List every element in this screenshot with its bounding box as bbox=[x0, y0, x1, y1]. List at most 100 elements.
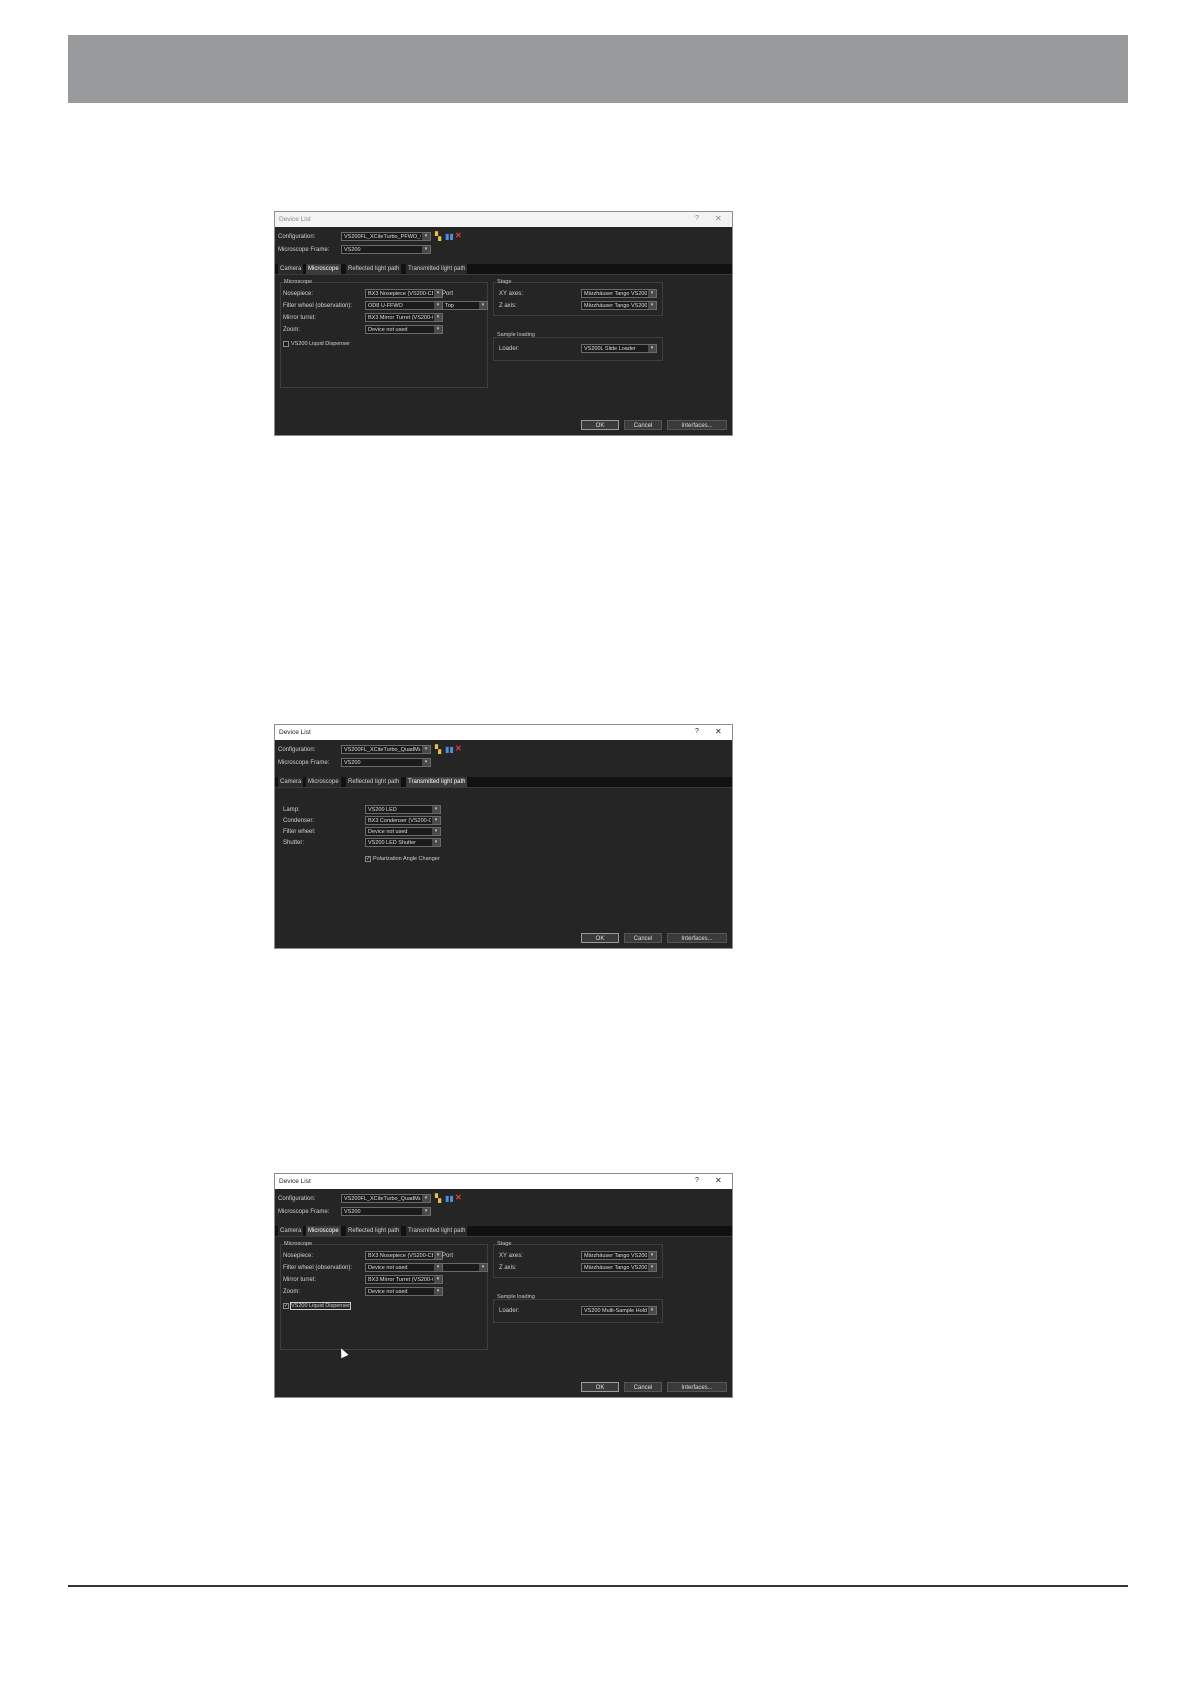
loader-dropdown[interactable]: VS200L Slide Loader ▾ bbox=[581, 344, 657, 353]
device-list-dialog-microscope-dispenser: Device List ? ✕ Configuration: VS200FL_X… bbox=[275, 1174, 732, 1397]
close-button[interactable]: ✕ bbox=[715, 214, 722, 223]
interfaces-button[interactable]: Interfaces... bbox=[667, 1382, 727, 1392]
close-button[interactable]: ✕ bbox=[715, 727, 722, 736]
xy-axes-label: XY axes: bbox=[499, 1253, 523, 1259]
delete-configuration-icon[interactable]: ✕ bbox=[455, 1194, 462, 1202]
filter-wheel-observation-label: Filter wheel (observation): bbox=[283, 1265, 353, 1271]
zoom-label: Zoom: bbox=[283, 1289, 301, 1295]
configuration-dropdown[interactable]: VS200FL_XCiteTurbo_QuadMultiBar▾ bbox=[341, 745, 431, 754]
microscope-group-title: Microscope bbox=[284, 279, 313, 285]
dialog-titlebar: Device List ? ✕ bbox=[275, 212, 732, 227]
help-button[interactable]: ? bbox=[695, 215, 699, 222]
tab-microscope[interactable]: Microscope bbox=[306, 1226, 341, 1236]
shutter-label: Shutter: bbox=[283, 840, 305, 846]
filter-wheel-observation-dropdown[interactable]: Device not used ▾ bbox=[365, 1263, 443, 1272]
port-dropdown[interactable]: ▾ bbox=[442, 1263, 488, 1272]
sample-loading-group-title: Sample loading bbox=[497, 332, 535, 338]
interfaces-button[interactable]: Interfaces... bbox=[667, 420, 727, 430]
chevron-down-icon: ▾ bbox=[434, 314, 442, 321]
filter-wheel-observation-label: Filter wheel (observation): bbox=[283, 303, 353, 309]
copy-configuration-icon[interactable]: ▚ bbox=[435, 233, 441, 241]
help-button[interactable]: ? bbox=[695, 728, 699, 735]
shutter-dropdown[interactable]: VS200 LED Shutter ▾ bbox=[365, 838, 441, 847]
condenser-dropdown[interactable]: BX3 Condenser (VS200-CB ▾ bbox=[365, 816, 441, 825]
mirror-turret-dropdown[interactable]: BX3 Mirror Turret (VS200-C ▾ bbox=[365, 313, 443, 322]
tab-camera[interactable]: Camera bbox=[278, 264, 304, 274]
condenser-label: Condenser: bbox=[283, 818, 315, 824]
chevron-down-icon: ▾ bbox=[432, 806, 440, 813]
delete-configuration-icon[interactable]: ✕ bbox=[455, 745, 462, 753]
tab-reflected-light-path[interactable]: Reflected light path bbox=[346, 264, 402, 274]
tab-transmitted-light-path[interactable]: Transmitted light path bbox=[406, 1226, 468, 1236]
z-axis-label: Z axis: bbox=[499, 303, 517, 309]
nosepiece-dropdown[interactable]: BX3 Nosepiece (VS200-CB ▾ bbox=[365, 289, 443, 298]
chevron-down-icon: ▾ bbox=[432, 828, 440, 835]
loader-dropdown[interactable]: VS200 Multi-Sample Holder ▾ bbox=[581, 1306, 657, 1315]
tab-transmitted-light-path[interactable]: Transmitted light path bbox=[406, 264, 468, 274]
tab-microscope[interactable]: Microscope bbox=[306, 264, 341, 274]
configuration-dropdown[interactable]: VS200FL_XCiteTurbo_PFWO_Quad▾ bbox=[341, 232, 431, 241]
edit-configuration-icon[interactable]: ▮▮ bbox=[445, 1195, 454, 1203]
xy-axes-dropdown[interactable]: Märzhäuser Tango VS200 ▾ bbox=[581, 1251, 657, 1260]
tab-camera[interactable]: Camera bbox=[278, 1226, 304, 1236]
microscope-frame-dropdown[interactable]: VS200 ▾ bbox=[341, 1207, 431, 1216]
configuration-dropdown[interactable]: VS200FL_XCiteTurbo_QuadMultiBar▾ bbox=[341, 1194, 431, 1203]
liquid-dispenser-label: VS200 Liquid Dispenser bbox=[291, 341, 351, 347]
nosepiece-label: Nosepiece: bbox=[283, 291, 314, 297]
z-axis-dropdown[interactable]: Märzhäuser Tango VS200 ▾ bbox=[581, 301, 657, 310]
liquid-dispenser-checkbox[interactable]: ✓ bbox=[283, 1303, 289, 1309]
cancel-button[interactable]: Cancel bbox=[624, 933, 662, 943]
z-axis-dropdown[interactable]: Märzhäuser Tango VS200 ▾ bbox=[581, 1263, 657, 1272]
tab-microscope[interactable]: Microscope bbox=[306, 777, 341, 787]
nosepiece-dropdown[interactable]: BX3 Nosepiece (VS200-CB ▾ bbox=[365, 1251, 443, 1260]
filter-wheel-dropdown[interactable]: Device not used ▾ bbox=[365, 827, 441, 836]
edit-configuration-icon[interactable]: ▮▮ bbox=[445, 746, 454, 754]
dialog-title: Device List bbox=[279, 216, 311, 223]
copy-configuration-icon[interactable]: ▚ bbox=[435, 1195, 441, 1203]
tab-strip bbox=[275, 777, 732, 788]
tab-reflected-light-path[interactable]: Reflected light path bbox=[346, 777, 402, 787]
copy-configuration-icon[interactable]: ▚ bbox=[435, 746, 441, 754]
microscope-frame-dropdown[interactable]: VS200 ▾ bbox=[341, 758, 431, 767]
interfaces-button[interactable]: Interfaces... bbox=[667, 933, 727, 943]
tab-reflected-light-path[interactable]: Reflected light path bbox=[346, 1226, 402, 1236]
ok-button[interactable]: OK bbox=[581, 1382, 619, 1392]
microscope-frame-dropdown[interactable]: VS200 ▾ bbox=[341, 245, 431, 254]
zoom-dropdown[interactable]: Device not used ▾ bbox=[365, 1287, 443, 1296]
filter-wheel-observation-dropdown[interactable]: OD8 U-FFWO ▾ bbox=[365, 301, 443, 310]
zoom-dropdown[interactable]: Device not used ▾ bbox=[365, 325, 443, 334]
lamp-dropdown[interactable]: VS200 LED ▾ bbox=[365, 805, 441, 814]
chevron-down-icon: ▾ bbox=[422, 246, 430, 253]
tab-transmitted-light-path[interactable]: Transmitted light path bbox=[406, 777, 468, 787]
polarization-angle-changer-checkbox[interactable]: ✓ bbox=[365, 856, 371, 862]
chevron-down-icon: ▾ bbox=[434, 326, 442, 333]
edit-configuration-icon[interactable]: ▮▮ bbox=[445, 233, 454, 241]
tab-camera[interactable]: Camera bbox=[278, 777, 304, 787]
mirror-turret-dropdown[interactable]: BX3 Mirror Turret (VS200-C ▾ bbox=[365, 1275, 443, 1284]
ok-button[interactable]: OK bbox=[581, 420, 619, 430]
page-header-bar bbox=[68, 35, 1128, 103]
xy-axes-dropdown[interactable]: Märzhäuser Tango VS200 ▾ bbox=[581, 289, 657, 298]
stage-group-title: Stage bbox=[497, 1241, 512, 1247]
liquid-dispenser-checkbox[interactable] bbox=[283, 341, 289, 347]
stage-group bbox=[493, 282, 663, 316]
microscope-frame-label: Microscope Frame: bbox=[278, 760, 330, 766]
zoom-label: Zoom: bbox=[283, 327, 301, 333]
close-button[interactable]: ✕ bbox=[715, 1176, 722, 1185]
cancel-button[interactable]: Cancel bbox=[624, 1382, 662, 1392]
chevron-down-icon: ▾ bbox=[434, 290, 442, 297]
chevron-down-icon: ▾ bbox=[648, 345, 656, 352]
chevron-down-icon: ▾ bbox=[434, 1276, 442, 1283]
mirror-turret-label: Mirror turret: bbox=[283, 1277, 316, 1283]
ok-button[interactable]: OK bbox=[581, 933, 619, 943]
tab-strip bbox=[275, 1226, 732, 1237]
polarization-angle-changer-label: Polarization Angle Changer bbox=[373, 856, 440, 862]
configuration-label: Configuration: bbox=[278, 234, 316, 240]
help-button[interactable]: ? bbox=[695, 1177, 699, 1184]
cancel-button[interactable]: Cancel bbox=[624, 420, 662, 430]
configuration-label: Configuration: bbox=[278, 747, 316, 753]
port-dropdown[interactable]: Top ▾ bbox=[442, 301, 488, 310]
chevron-down-icon: ▾ bbox=[422, 1208, 430, 1215]
delete-configuration-icon[interactable]: ✕ bbox=[455, 232, 462, 240]
chevron-down-icon: ▾ bbox=[434, 302, 442, 309]
